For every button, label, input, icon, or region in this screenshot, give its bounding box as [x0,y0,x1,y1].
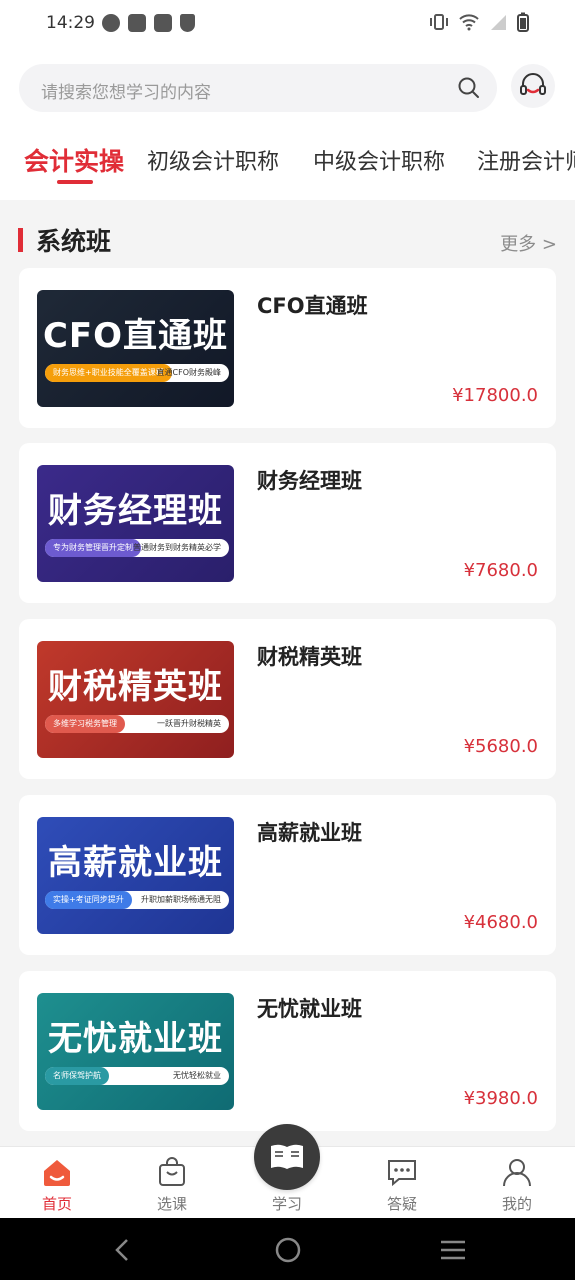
headset-icon [520,73,546,95]
thumbnail-tagline: 多维学习税务管理 一跃晋升财税精英 [45,715,229,733]
user-icon [503,1159,531,1187]
course-thumbnail: 无忧就业班名师保驾护航 无忧轻松就业 [37,993,234,1110]
search-icon[interactable] [457,76,481,100]
thumbnail-tag-right: 一跃晋升财税精英 [157,719,221,728]
header: 请搜索您想学习的内容 会计实操 初级会计职称 中级会计职称 注册会计师 [0,48,575,200]
course-thumbnail: 高薪就业班实操+考证同步提升 升职加薪职场畅通无阻 [37,817,234,934]
course-price: ¥4680.0 [463,912,538,933]
nav-home[interactable]: 首页 [17,1155,97,1214]
system-nav-bar [0,1218,575,1280]
status-bar: 14:29 [0,0,575,48]
thumbnail-tagline: 财务思维+职业技能全覆盖课程 直通CFO财务殿峰 [45,364,229,382]
course-price: ¥7680.0 [463,560,538,581]
course-name: 财务经理班 [257,469,362,493]
nav-home-label: 首页 [41,1195,72,1213]
search-input[interactable]: 请搜索您想学习的内容 [19,64,497,112]
active-tab-indicator [57,180,93,184]
tab-accounting-practice[interactable]: 会计实操 [24,144,124,178]
thumbnail-tag-left: 财务思维+职业技能全覆盖课程 [45,364,172,382]
thumbnail-title: 财税精英班 [48,667,223,707]
thumbnail-title: 无忧就业班 [48,1019,223,1059]
thumbnail-tag-left: 专为财务管理晋升定制 [45,539,141,557]
thumbnail-title: CFO直通班 [42,316,229,356]
thumbnail-tag-right: 升职加薪职场畅通无阻 [141,895,221,904]
nav-profile-label: 我的 [501,1195,532,1213]
battery-icon [517,12,529,32]
book-icon [271,1144,303,1169]
course-card[interactable]: 财务经理班 专为财务管理晋升定制 普通财务到财务精英必学 财务经理班 ¥7680.0 [19,443,556,603]
nav-qa[interactable]: 答疑 [362,1155,442,1214]
vibrate-icon [430,14,448,30]
course-name: 无忧就业班 [257,997,362,1021]
home-circle-icon[interactable] [274,1236,302,1264]
thumbnail-tagline: 专为财务管理晋升定制 普通财务到财务精英必学 [45,539,229,557]
thumbnail-tag-right: 普通财务到财务精英必学 [133,543,221,552]
section-title: 系统班 [36,227,112,256]
home-icon [44,1160,70,1186]
course-price: ¥17800.0 [452,385,538,406]
nav-courses[interactable]: 选课 [132,1155,212,1214]
course-price: ¥5680.0 [463,736,538,757]
course-thumbnail: CFO直通班财务思维+职业技能全覆盖课程 直通CFO财务殿峰 [37,290,234,407]
course-thumbnail: 财税精英班多维学习税务管理 一跃晋升财税精英 [37,641,234,758]
search-placeholder: 请搜索您想学习的内容 [41,83,211,103]
tab-cpa[interactable]: 注册会计师 [477,144,575,176]
shield-icon [180,14,195,32]
section-accent-bar [18,228,23,252]
study-center-button[interactable] [254,1124,320,1190]
thumbnail-title: 高薪就业班 [48,843,223,883]
course-thumbnail: 财务经理班专为财务管理晋升定制 普通财务到财务精英必学 [37,465,234,582]
nav-qa-label: 答疑 [386,1195,417,1213]
course-card[interactable]: 财税精英班多维学习税务管理 一跃晋升财税精英 财税精英班 ¥5680.0 [19,619,556,779]
nav-profile[interactable]: 我的 [477,1155,557,1214]
thumbnail-tag-right: 直通CFO财务殿峰 [156,368,221,377]
thumbnail-tag-left: 实操+考证同步提升 [45,891,132,909]
customer-service-button[interactable] [511,64,555,108]
notification-icons [102,14,195,32]
more-link[interactable]: 更多 > [500,230,557,256]
shopping-bag-icon [159,1157,185,1186]
nav-study-label: 学习 [271,1195,302,1213]
course-name: 高薪就业班 [257,821,362,845]
status-time: 14:29 [46,13,95,33]
thumbnail-title: 财务经理班 [48,491,223,531]
tab-junior-accountant[interactable]: 初级会计职称 [147,144,279,176]
thumbnail-tagline: 实操+考证同步提升 升职加薪职场畅通无阻 [45,891,229,909]
signal-icon [491,15,506,30]
course-name: CFO直通班 [257,294,368,318]
tab-intermediate-accountant[interactable]: 中级会计职称 [313,144,445,176]
course-price: ¥3980.0 [463,1088,538,1109]
notification-icon [102,14,120,32]
category-tabs: 会计实操 初级会计职称 中级会计职称 注册会计师 [0,144,575,194]
course-card[interactable]: CFO直通班 财务思维+职业技能全覆盖课程 直通CFO财务殿峰 CFO直通班 ¥1780… [19,268,556,428]
chat-icon [388,1160,416,1187]
thumbnail-tag-left: 名师保驾护航 [45,1067,109,1085]
course-card[interactable]: 高薪就业班 实操+考证同步提升 升职加薪职场畅通无阻 高薪就业班 ¥4680.0 [19,795,556,955]
section-header: 系统班 更多 > [0,200,575,266]
thumbnail-tag-left: 多维学习税务管理 [45,715,125,733]
course-card[interactable]: 无忧就业班名师保驾护航 无忧轻松就业 无忧就业班 ¥3980.0 [19,971,556,1131]
nav-courses-label: 选课 [156,1195,187,1213]
thumbnail-tag-right: 无忧轻松就业 [173,1071,221,1080]
wifi-icon [459,14,479,31]
course-name: 财税精英班 [257,645,362,669]
back-icon[interactable] [112,1238,132,1262]
thumbnail-tagline: 名师保驾护航 无忧轻松就业 [45,1067,229,1085]
mail-icon [154,14,172,32]
mail-icon [128,14,146,32]
menu-icon[interactable] [440,1238,466,1262]
system-icons [429,12,529,32]
